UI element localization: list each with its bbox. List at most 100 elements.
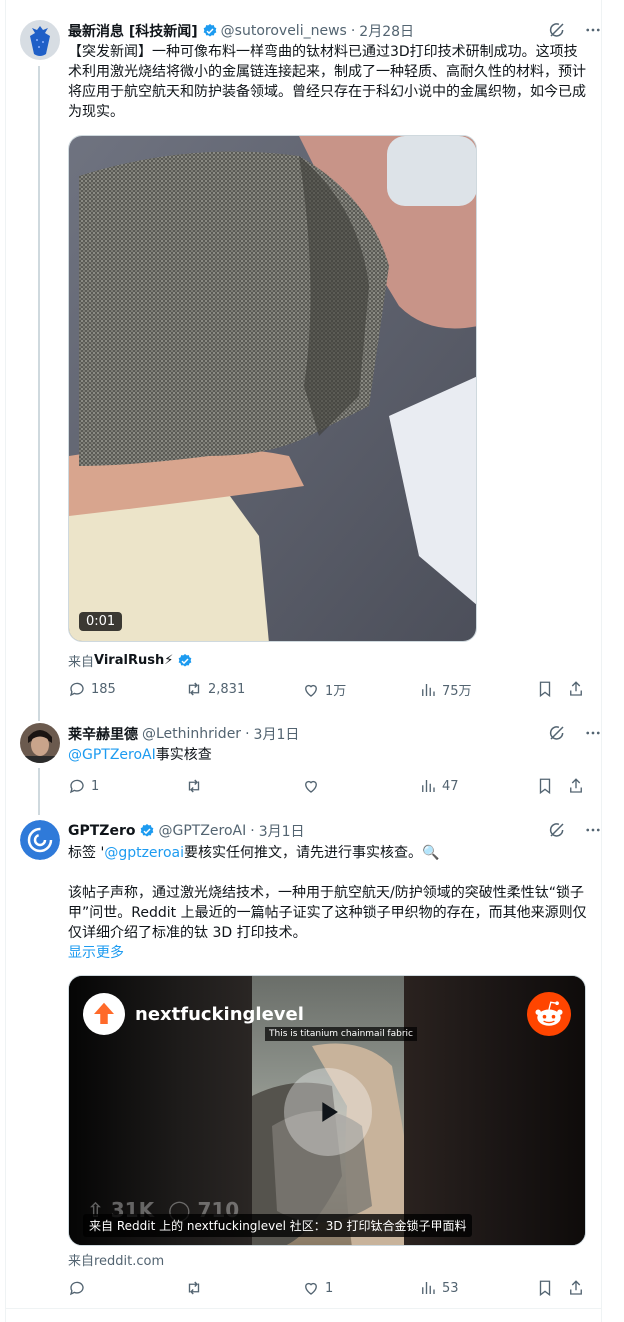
tweet-top-actions (548, 21, 602, 39)
views-icon (422, 1282, 435, 1294)
reply-button[interactable]: 1 (68, 777, 99, 795)
author-name[interactable]: GPTZero (68, 823, 135, 839)
views-icon (422, 683, 435, 696)
video-overlay-caption: This is titanium chainmail fabric (265, 1027, 417, 1041)
source-prefix: 来自 (68, 655, 95, 670)
retweet-button[interactable] (185, 777, 208, 795)
play-icon (322, 1102, 338, 1122)
tweet-text-rest: 事实核查 (155, 747, 212, 763)
grok-icon[interactable] (548, 724, 566, 742)
show-more-link[interactable]: 显示更多 (68, 943, 124, 963)
reddit-logo-icon (527, 992, 571, 1036)
views-count: 53 (442, 1280, 459, 1296)
tweet-top-actions (548, 724, 602, 742)
heart-icon (305, 1282, 317, 1295)
reply-button[interactable]: 185 (68, 680, 116, 698)
share-button[interactable] (567, 777, 585, 795)
verified-badge-icon (177, 653, 193, 669)
views-button[interactable]: 75万 (419, 680, 472, 699)
more-icon[interactable] (584, 821, 602, 839)
share-button[interactable] (567, 680, 585, 698)
author-name[interactable]: 最新消息 [科技新闻] (68, 21, 198, 41)
like-button[interactable]: 1万 (302, 680, 346, 699)
more-icon[interactable] (584, 724, 602, 742)
upvote-logo-icon (83, 993, 125, 1035)
bookmark-button[interactable] (536, 1279, 554, 1297)
bookmark-icon (539, 1280, 551, 1297)
verified-badge-icon[interactable] (139, 823, 155, 839)
tweet-actions: 1 47 (68, 777, 586, 797)
views-count: 47 (442, 778, 459, 794)
avatar[interactable] (20, 723, 60, 763)
share-icon (570, 681, 582, 696)
bookmark-button[interactable] (536, 680, 554, 698)
heart-icon (305, 684, 317, 697)
more-icon[interactable] (584, 21, 602, 39)
tweet-date[interactable]: 3月1日 (259, 821, 305, 841)
tweet-date[interactable]: 2月28日 (359, 21, 414, 41)
bookmark-button[interactable] (536, 777, 554, 795)
like-count: 1 (325, 1280, 334, 1296)
separator-dot: · (250, 823, 255, 839)
tweet-text: 【突发新闻】一种可像布料一样弯曲的钛材料已通过3D打印技术研制成功。这项技术利用… (68, 44, 586, 120)
tweet-actions: 1 53 (68, 1279, 586, 1299)
tweet-actions: 185 2,831 1万 75万 (68, 680, 586, 700)
tweet-header: 最新消息 [科技新闻] @sutoroveli_news · 2月28日 (68, 21, 414, 41)
grok-icon[interactable] (548, 821, 566, 839)
separator-dot: · (350, 23, 356, 39)
video-duration: 0:01 (79, 612, 123, 631)
views-button[interactable]: 53 (419, 1279, 459, 1297)
reddit-video-card[interactable]: nextfuckinglevel This is titanium chainm… (68, 975, 586, 1246)
author-handle[interactable]: @Lethinhrider (142, 726, 241, 742)
bookmark-icon (539, 681, 551, 698)
retweet-button[interactable]: 2,831 (185, 680, 245, 698)
grok-icon[interactable] (548, 21, 566, 39)
like-count: 1万 (325, 684, 347, 699)
tweet-text-pre: 标签 ' (68, 845, 105, 861)
divider (5, 1308, 602, 1309)
reply-button[interactable] (68, 1279, 91, 1297)
reply-count: 1 (91, 778, 100, 794)
tweet-body: 该帖子声称，通过激光烧结技术，一种用于航空航天/防护领域的突破性柔性钛“锁子甲”… (68, 885, 587, 941)
source-account[interactable]: ViralRush⚡ (94, 653, 173, 668)
retweet-icon (188, 1281, 200, 1295)
reply-count: 185 (91, 681, 116, 697)
thread-line-2 (38, 768, 40, 815)
share-icon (570, 778, 582, 793)
share-button[interactable] (567, 1279, 585, 1297)
tweet-video[interactable]: 0:01 (68, 135, 477, 642)
play-button[interactable] (284, 1068, 372, 1156)
reply-icon (69, 682, 84, 697)
video-source: 来自 ViralRush⚡ (68, 651, 196, 670)
retweet-count: 2,831 (208, 681, 246, 697)
retweet-icon (188, 682, 200, 696)
author-name[interactable]: 莱辛赫里德 (68, 724, 138, 744)
tweet-header: 莱辛赫里德 @Lethinhrider · 3月1日 (68, 724, 299, 744)
tweet-text: 标签 '@gptzeroai要核实任何推文，请先进行事实核查。🔍 (68, 843, 588, 863)
card-caption: 来自 Reddit 上的 nextfuckinglevel 社区：3D 打印钛合… (83, 1214, 473, 1237)
tweet-text-post: 要核实任何推文，请先进行事实核查。🔍 (184, 845, 440, 861)
mention-link[interactable]: @GPTZeroAI (68, 747, 156, 763)
views-button[interactable]: 47 (419, 777, 459, 795)
reply-icon (69, 779, 84, 794)
retweet-button[interactable] (185, 1279, 208, 1297)
thread-line-1 (38, 66, 40, 721)
author-handle[interactable]: @GPTZeroAI (158, 823, 246, 839)
avatar[interactable] (20, 820, 60, 860)
like-button[interactable]: 1 (302, 1279, 333, 1297)
like-button[interactable] (302, 777, 325, 795)
separator-dot: · (245, 726, 250, 742)
avatar[interactable] (20, 20, 60, 60)
bookmark-icon (539, 778, 551, 795)
tweet-text: @GPTZeroAI事实核查 (68, 745, 588, 765)
author-handle[interactable]: @sutoroveli_news (221, 23, 347, 39)
tweet-header: GPTZero @GPTZeroAI · 3月1日 (68, 821, 305, 841)
mention-link[interactable]: @gptzeroai (104, 845, 184, 861)
tweet-top-actions (548, 821, 602, 839)
views-icon (422, 780, 435, 792)
views-count: 75万 (442, 684, 472, 699)
heart-icon (305, 780, 317, 793)
tweet-date[interactable]: 3月1日 (254, 724, 300, 744)
card-source[interactable]: 来自reddit.com (68, 1250, 164, 1269)
verified-badge-icon[interactable] (202, 23, 218, 39)
